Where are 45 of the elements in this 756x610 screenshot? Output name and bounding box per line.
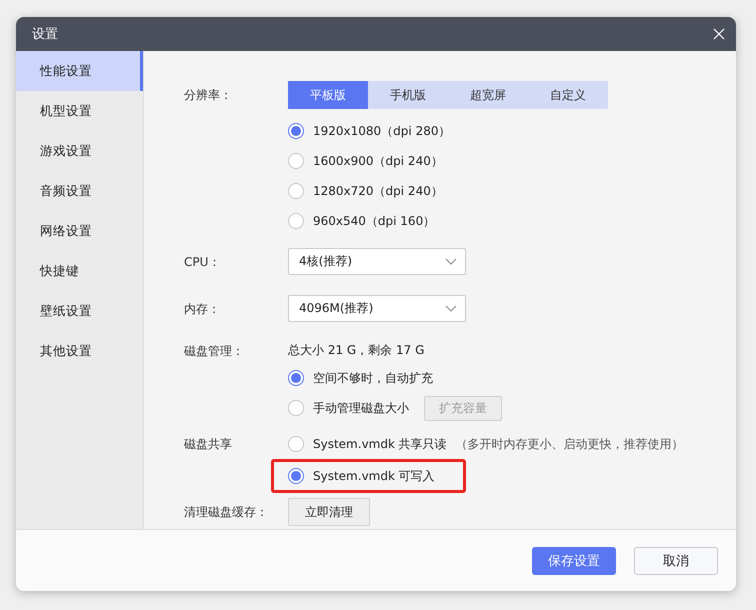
memory-dropdown[interactable]: 4096M(推荐) xyxy=(288,295,466,322)
close-button[interactable] xyxy=(712,27,726,41)
field-label: 内存： xyxy=(184,301,221,318)
sidebar-item[interactable]: 快捷键 xyxy=(16,251,143,291)
chevron-down-icon xyxy=(445,305,457,312)
option-label: System.vmdk 可写入 xyxy=(313,468,435,484)
radio-button[interactable] xyxy=(288,436,304,452)
radio-button[interactable] xyxy=(288,183,304,199)
field-label: 分辨率： xyxy=(184,87,233,104)
sidebar-item[interactable]: 网络设置 xyxy=(16,211,143,251)
tab[interactable]: 手机版 xyxy=(368,81,448,109)
option-label: 手动管理磁盘大小 xyxy=(313,400,409,416)
sidebar-item[interactable]: 机型设置 xyxy=(16,91,143,131)
chevron-down-icon xyxy=(445,258,457,265)
tab[interactable]: 自定义 xyxy=(528,81,608,109)
option-label: System.vmdk 共享只读 xyxy=(313,436,447,452)
option-label: 1920x1080（dpi 280） xyxy=(313,122,450,140)
option-label: 1600x900（dpi 240） xyxy=(313,152,443,170)
clean-button[interactable]: 立即清理 xyxy=(288,498,370,526)
radio-button[interactable] xyxy=(288,370,304,386)
tab[interactable]: 平板版 xyxy=(288,81,368,109)
sidebar-item[interactable]: 音频设置 xyxy=(16,171,143,211)
cpu-dropdown[interactable]: 4核(推荐) xyxy=(288,248,466,275)
radio-button[interactable] xyxy=(288,468,304,484)
option-label: 空间不够时，自动扩充 xyxy=(313,370,433,386)
option-label: 1280x720（dpi 240） xyxy=(313,182,443,200)
save-button[interactable]: 保存设置 xyxy=(532,546,616,574)
option-label: 960x540（dpi 160） xyxy=(313,212,436,230)
field-label: 磁盘管理： xyxy=(184,343,245,360)
cancel-button[interactable]: 取消 xyxy=(634,546,718,574)
field-label: CPU： xyxy=(184,254,222,271)
sidebar-item[interactable]: 性能设置 xyxy=(16,51,143,91)
field-label: 清理磁盘缓存： xyxy=(184,504,269,521)
radio-button[interactable] xyxy=(288,153,304,169)
sidebar-item[interactable]: 壁纸设置 xyxy=(16,291,143,331)
option-note: （多开时内存更小、启动更快，推荐使用） xyxy=(456,436,684,452)
radio-button[interactable] xyxy=(288,123,304,139)
sidebar-item[interactable]: 其他设置 xyxy=(16,331,143,371)
window-title: 设置 xyxy=(32,26,58,43)
radio-button[interactable] xyxy=(288,400,304,416)
field-label: 磁盘共享 xyxy=(184,436,233,453)
sidebar-item[interactable]: 游戏设置 xyxy=(16,131,143,171)
radio-button[interactable] xyxy=(288,213,304,229)
tab[interactable]: 超宽屏 xyxy=(448,81,528,109)
disk-summary: 总大小 21 G，剩余 17 G xyxy=(288,342,426,359)
